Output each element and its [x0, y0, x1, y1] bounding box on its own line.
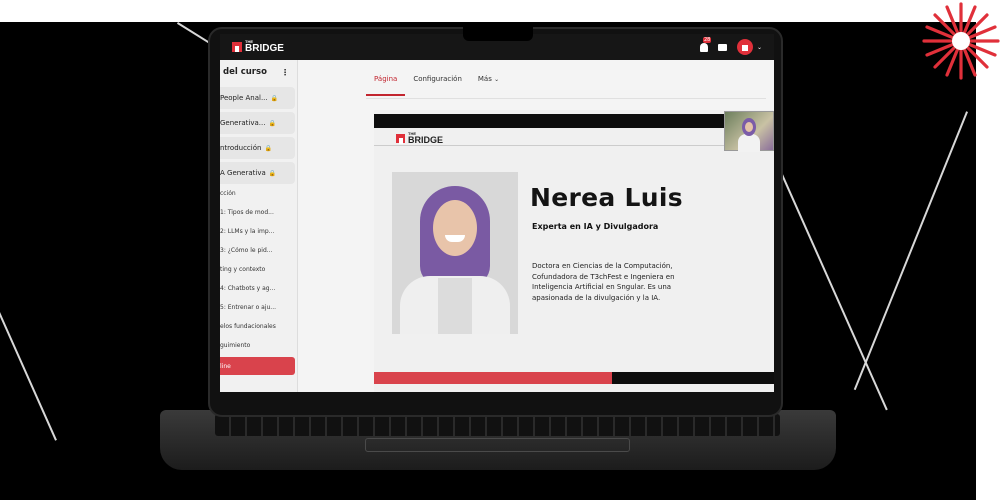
laptop-keyboard — [215, 414, 780, 436]
slide-divider — [374, 145, 774, 146]
sidebar-module[interactable]: A Generativa 🔒 — [220, 162, 295, 184]
sidebar-lesson[interactable]: ting y contexto — [220, 260, 297, 279]
sidebar-lesson[interactable]: cción — [220, 184, 297, 203]
avatar[interactable] — [736, 39, 753, 55]
lock-icon: 🔒 — [268, 119, 276, 127]
decorative-line — [853, 111, 968, 391]
laptop-screen: THE BRIDGE 28 ⌄ del curso ⋮ People Anal.… — [220, 34, 774, 392]
lock-icon: 🔒 — [268, 169, 277, 177]
slide-logo: THE BRIDGE — [396, 132, 443, 145]
chevron-down-icon[interactable]: ⌄ — [757, 44, 762, 51]
photo-face — [433, 200, 477, 256]
laptop-trackpad — [365, 438, 630, 452]
logo-big-text: BRIDGE — [245, 43, 284, 54]
tab-more[interactable]: Más ⌄ — [478, 75, 499, 83]
page-tabs: Página Configuración Más ⌄ — [365, 60, 499, 98]
sidebar-module[interactable]: Generativa... 🔒 — [220, 112, 295, 134]
camera-notch — [463, 27, 533, 41]
webcam-person-face — [742, 118, 756, 136]
sidebar-module-label: ntroducción — [220, 144, 262, 152]
sidebar-header: del curso ⋮ — [220, 60, 297, 84]
slide-bottom-red-band — [374, 372, 612, 384]
course-sidebar: del curso ⋮ People Anal... 🔒 Generativa.… — [220, 60, 298, 392]
sidebar-module[interactable]: People Anal... 🔒 — [220, 87, 295, 109]
tab-settings[interactable]: Configuración — [413, 75, 462, 83]
lock-icon: 🔒 — [264, 144, 272, 152]
presenter-webcam[interactable] — [724, 111, 774, 152]
decorative-line — [780, 172, 888, 411]
slide-top-band — [374, 114, 726, 128]
sidebar-lesson[interactable]: guimiento — [220, 336, 297, 355]
brand-logo[interactable]: THE BRIDGE — [232, 40, 284, 54]
slide-logo-big-text: BRIDGE — [408, 135, 444, 145]
tab-more-label: Más — [477, 75, 492, 83]
sidebar-lesson-active[interactable]: line — [220, 357, 295, 375]
sidebar-module-label: A Generativa — [220, 169, 266, 177]
photo-shirt — [438, 278, 472, 334]
sidebar-module-label: Generativa... — [220, 119, 266, 127]
sidebar-module-label: People Anal... — [220, 94, 268, 102]
sidebar-lesson[interactable]: 4: Chatbots y ag... — [220, 279, 297, 298]
tab-page[interactable]: Página — [365, 60, 406, 98]
logo-mark-icon — [396, 134, 405, 144]
lock-icon: 🔒 — [270, 94, 279, 102]
speaker-bio: Doctora en Ciencias de la Computación, C… — [532, 262, 675, 302]
chevron-down-icon: ⌄ — [494, 76, 500, 83]
sidebar-title: del curso — [223, 67, 267, 77]
sidebar-lesson[interactable]: 2: LLMs y la imp... — [220, 222, 297, 241]
sidebar-lesson[interactable]: elos fundacionales — [220, 317, 297, 336]
topbar-actions: 28 ⌄ — [699, 36, 762, 55]
notification-badge: 28 — [702, 36, 712, 43]
presentation-slide: THE BRIDGE Nerea Luis Experta en IA y Di… — [374, 110, 774, 392]
chat-icon[interactable] — [717, 43, 727, 51]
decorative-line — [176, 22, 212, 45]
main-content: Página Configuración Más ⌄ THE BRIDGE Ne… — [298, 60, 774, 392]
slide-bottom-black-band — [612, 372, 774, 384]
speaker-name: Nerea Luis — [530, 183, 683, 212]
speaker-role: Experta en IA y Divulgadora — [532, 222, 659, 231]
speaker-photo — [392, 172, 518, 334]
tabs-divider — [366, 98, 766, 99]
sidebar-module[interactable]: ntroducción 🔒 — [220, 137, 295, 159]
bell-icon[interactable]: 28 — [699, 36, 712, 52]
logo-mark-icon — [232, 42, 242, 52]
webcam-person-body — [738, 134, 760, 152]
sidebar-lesson[interactable]: 5: Entrenar o aju... — [220, 298, 297, 317]
decorative-line — [0, 312, 57, 441]
brand-burst-icon — [922, 2, 1000, 80]
sidebar-lesson[interactable]: 1: Tipos de mod... — [220, 203, 297, 222]
more-options-icon[interactable]: ⋮ — [281, 68, 289, 77]
sidebar-lesson[interactable]: 3: ¿Cómo le pid... — [220, 241, 297, 260]
